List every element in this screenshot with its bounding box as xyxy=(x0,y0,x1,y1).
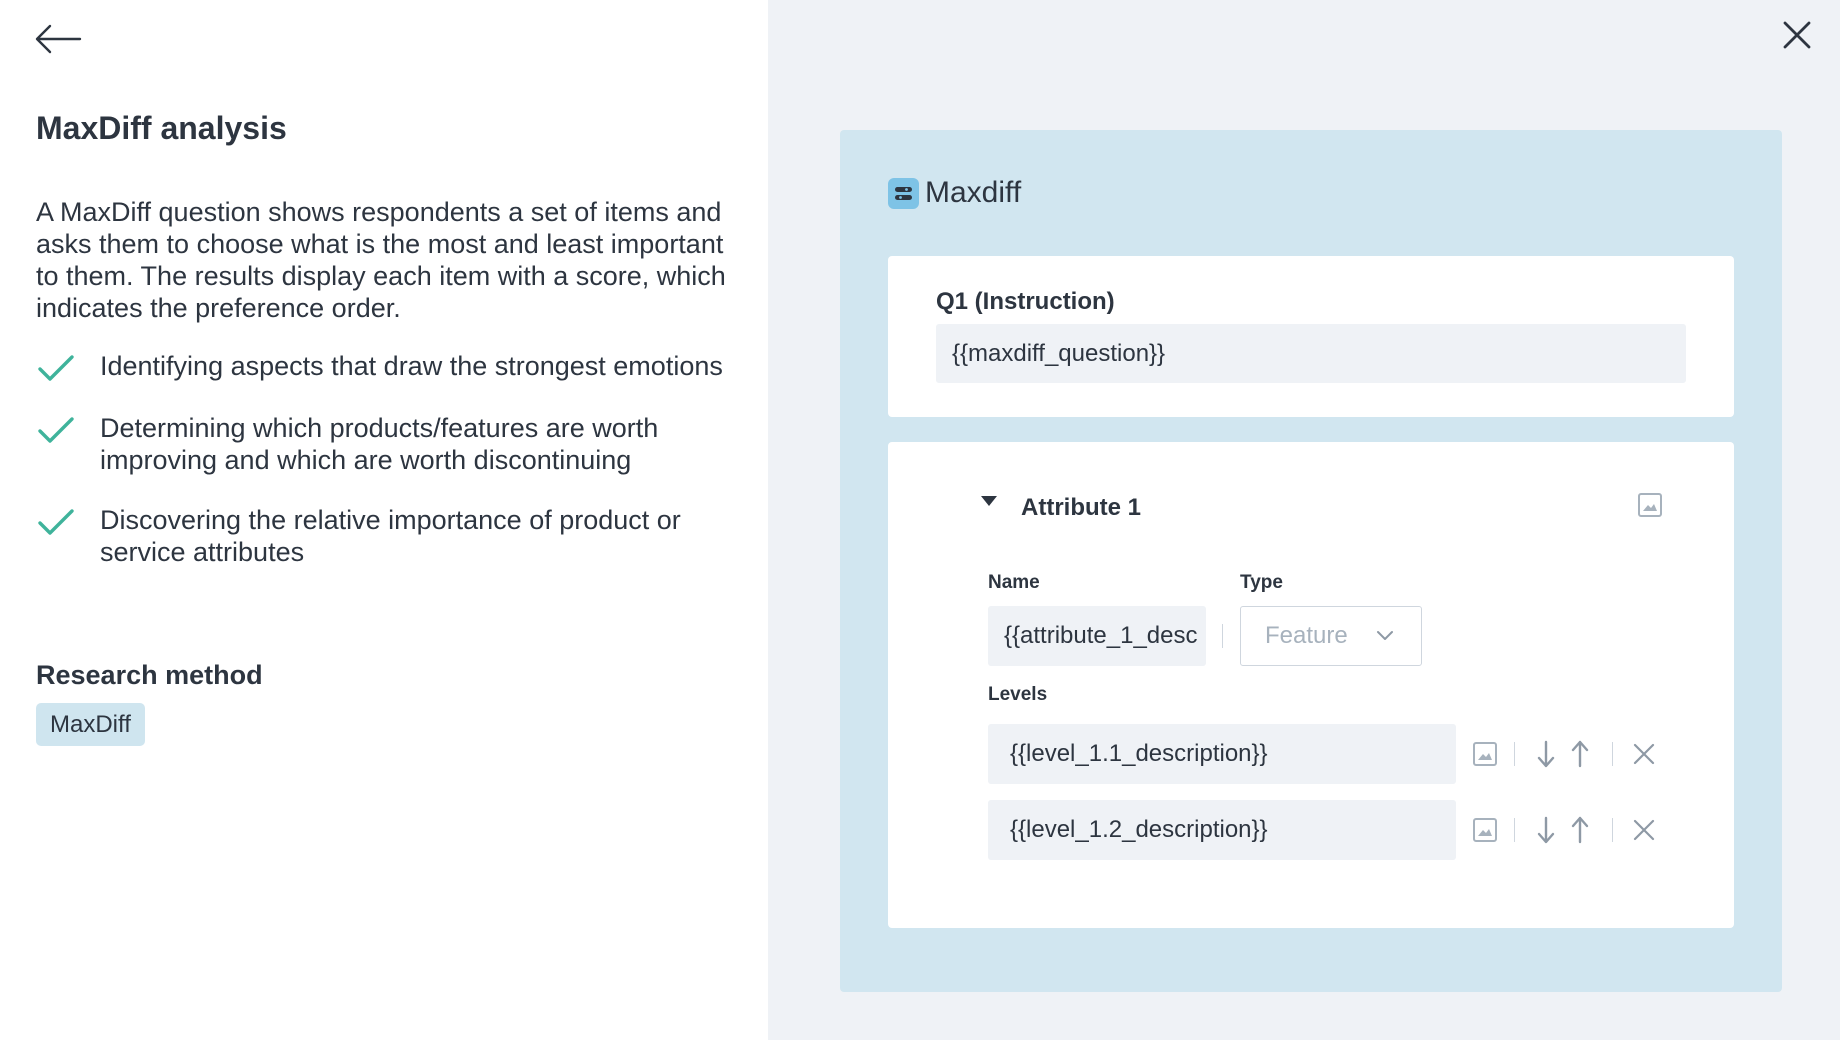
attribute-name-input[interactable]: {{attribute_1_desc xyxy=(988,606,1206,666)
benefit-text: Identifying aspects that draw the strong… xyxy=(100,351,723,381)
question-card: Q1 (Instruction) {{maxdiff_question}} xyxy=(888,256,1734,417)
preview-title: Maxdiff xyxy=(925,176,1022,209)
divider xyxy=(1222,624,1223,648)
type-select[interactable]: Feature xyxy=(1240,606,1422,666)
close-button[interactable] xyxy=(1782,20,1812,50)
image-icon[interactable] xyxy=(1472,817,1498,843)
question-input[interactable]: {{maxdiff_question}} xyxy=(936,324,1686,383)
question-label: Q1 (Instruction) xyxy=(936,288,1115,315)
chevron-down-icon xyxy=(1376,631,1393,640)
level-input[interactable]: {{level_1.2_description}} xyxy=(988,800,1456,860)
arrow-up-icon[interactable] xyxy=(1570,739,1590,769)
benefit-text: Determining which products/features are … xyxy=(100,413,659,475)
check-icon xyxy=(38,509,74,535)
list-item: Determining which products/features are … xyxy=(36,412,736,476)
info-panel: MaxDiff analysis A MaxDiff question show… xyxy=(0,0,768,1040)
divider xyxy=(1514,742,1515,766)
template-preview: Maxdiff Q1 (Instruction) {{maxdiff_quest… xyxy=(840,130,1782,992)
level-row: {{level_1.2_description}} xyxy=(988,800,1676,860)
research-method-chip: MaxDiff xyxy=(36,703,145,746)
preview-area: Maxdiff Q1 (Instruction) {{maxdiff_quest… xyxy=(768,0,1840,1040)
image-icon[interactable] xyxy=(1472,741,1498,767)
level-input[interactable]: {{level_1.1_description}} xyxy=(988,724,1456,784)
remove-icon[interactable] xyxy=(1632,742,1656,766)
divider xyxy=(1514,818,1515,842)
levels-label: Levels xyxy=(988,684,1048,705)
check-icon xyxy=(38,355,74,381)
check-icon xyxy=(38,417,74,443)
attribute-title: Attribute 1 xyxy=(1021,494,1141,521)
benefits-list: Identifying aspects that draw the strong… xyxy=(36,350,736,596)
arrow-down-icon[interactable] xyxy=(1536,815,1556,845)
divider xyxy=(1612,818,1613,842)
list-item: Discovering the relative importance of p… xyxy=(36,504,736,568)
arrow-left-icon xyxy=(35,24,82,54)
type-select-value: Feature xyxy=(1265,622,1348,649)
remove-icon[interactable] xyxy=(1632,818,1656,842)
name-label: Name xyxy=(988,572,1040,593)
caret-down-icon[interactable] xyxy=(980,494,998,508)
close-icon xyxy=(1783,21,1811,49)
benefit-text: Discovering the relative importance of p… xyxy=(100,505,681,567)
maxdiff-badge-icon xyxy=(888,177,919,209)
back-button[interactable] xyxy=(34,22,82,56)
level-row: {{level_1.1_description}} xyxy=(988,724,1676,784)
type-label: Type xyxy=(1240,572,1283,593)
description-text: A MaxDiff question shows respondents a s… xyxy=(36,197,726,323)
divider xyxy=(1612,742,1613,766)
image-icon[interactable] xyxy=(1637,492,1663,518)
preview-header: Maxdiff xyxy=(888,176,1021,210)
research-method-heading: Research method xyxy=(36,660,263,690)
arrow-down-icon[interactable] xyxy=(1536,739,1556,769)
arrow-up-icon[interactable] xyxy=(1570,815,1590,845)
attribute-card: Attribute 1 Name Type {{attribute_1_desc… xyxy=(888,442,1734,928)
list-item: Identifying aspects that draw the strong… xyxy=(36,350,736,384)
page-title: MaxDiff analysis xyxy=(36,110,287,146)
